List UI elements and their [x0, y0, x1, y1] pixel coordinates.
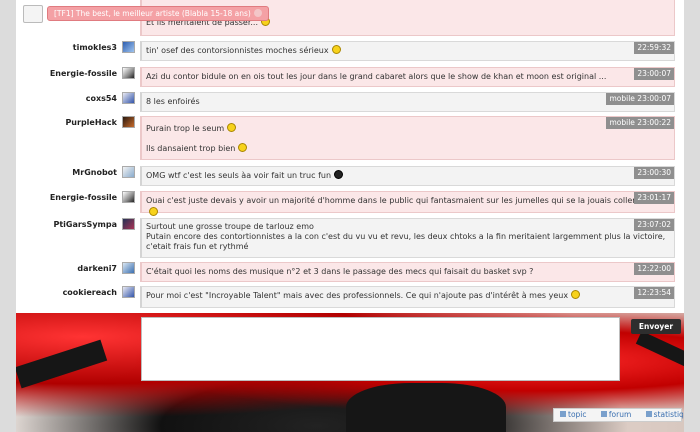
left-gutter [0, 0, 16, 432]
message-timestamp: 23:07:02 [634, 219, 674, 231]
username[interactable]: cookiereach [16, 288, 117, 297]
message-text: Ouai c'est juste devais y avoir un major… [146, 196, 662, 205]
smiley-icon [331, 45, 341, 54]
username[interactable]: PtiGarsSympa [16, 220, 117, 229]
background-artwork [16, 339, 108, 389]
stats-icon [645, 411, 652, 417]
footer-links: topic forum statistiques [553, 408, 684, 422]
close-icon[interactable] [253, 9, 262, 17]
message-body: Pour moi c'est "Incroyable Talent" mais … [140, 286, 675, 308]
message-text: OMG wtf c'est les seuls àa voir fait un … [146, 171, 332, 180]
username[interactable]: timokles3 [16, 43, 117, 52]
topic-icon [560, 411, 566, 417]
user-avatar[interactable] [122, 286, 135, 298]
background-artwork [346, 383, 506, 432]
message-timestamp: 23:00:07 [634, 68, 674, 80]
right-gutter [684, 0, 700, 432]
user-avatar[interactable] [122, 67, 135, 79]
chat-log[interactable]: Et ils méritaient de passer... timokles3… [16, 0, 684, 313]
message-timestamp: mobile 23:00:07 [606, 93, 674, 105]
message-timestamp: 23:00:30 [634, 167, 674, 179]
username[interactable]: darkeni7 [16, 264, 117, 273]
forum-icon [600, 411, 607, 417]
smiley-icon [334, 170, 344, 179]
message-body: OMG wtf c'est les seuls àa voir fait un … [140, 166, 675, 186]
message-body: Purain trop le seum Ils dansaient trop b… [140, 116, 675, 160]
smiley-icon [238, 143, 248, 152]
message-text: Putain encore des contortionnistes a la … [146, 232, 666, 251]
link-forum-label: forum [608, 410, 632, 419]
username[interactable]: PurpleHack [16, 118, 117, 127]
message-text: tin' osef des contorsionnistes moches sé… [146, 46, 329, 55]
smiley-icon [227, 123, 237, 132]
smiley-icon [571, 290, 581, 299]
topic-tooltip: [TF1] The best, le meilleur artiste (Bla… [47, 6, 269, 21]
username[interactable]: Energie-fossile [16, 69, 117, 78]
message-body: Azi du contor bidule on en ois tout les … [140, 67, 675, 87]
link-topic[interactable]: topic [560, 410, 593, 419]
message-body: Ouai c'est juste devais y avoir un major… [140, 191, 675, 216]
link-stats[interactable]: statistiques [645, 410, 684, 419]
message-timestamp: 12:23:54 [634, 287, 674, 299]
message-text: 8 les enfoirés [146, 97, 200, 106]
username[interactable]: MrGnobot [16, 168, 117, 177]
message-body: Surtout une grosse troupe de tarlouz emo… [140, 218, 675, 258]
background-artwork [635, 330, 684, 370]
user-avatar[interactable] [122, 92, 135, 104]
message-text: Surtout une grosse troupe de tarlouz emo [146, 222, 314, 231]
user-avatar[interactable] [122, 218, 135, 230]
send-button[interactable]: Envoyer [631, 319, 681, 334]
message-timestamp: 12:22:00 [634, 263, 674, 275]
user-avatar[interactable] [122, 262, 135, 274]
link-topic-label: topic [568, 410, 587, 419]
user-avatar[interactable] [122, 191, 135, 203]
username[interactable]: Energie-fossile [16, 193, 117, 202]
message-body: tin' osef des contorsionnistes moches sé… [140, 41, 675, 61]
user-avatar[interactable] [122, 41, 135, 53]
user-avatar[interactable] [122, 166, 135, 178]
smiley-icon [149, 207, 158, 216]
tooltip-text: [TF1] The best, le meilleur artiste (Bla… [54, 9, 251, 18]
message-timestamp: 22:59:32 [634, 42, 674, 54]
message-text: Purain trop le seum [146, 124, 225, 133]
message-text: Azi du contor bidule on en ois tout les … [146, 72, 607, 81]
composer-area: Envoyer topic forum statistiques [16, 313, 684, 432]
user-avatar[interactable] [122, 116, 135, 128]
message-body: C'était quoi les noms des musique n°2 et… [140, 262, 675, 282]
username[interactable]: coxs54 [16, 94, 117, 103]
message-text: Pour moi c'est "Incroyable Talent" mais … [146, 291, 569, 300]
topic-toggle-button[interactable] [23, 5, 43, 23]
message-input[interactable] [141, 317, 620, 381]
message-timestamp: 23:01:17 [634, 192, 674, 204]
link-stats-label: statistiques [653, 410, 684, 419]
message-body: 8 les enfoirés mobile 23:00:07 [140, 92, 675, 112]
message-text: C'était quoi les noms des musique n°2 et… [146, 267, 534, 276]
link-forum[interactable]: forum [600, 410, 637, 419]
message-timestamp: mobile 23:00:22 [606, 117, 674, 129]
message-text: Ils dansaient trop bien [146, 144, 236, 153]
